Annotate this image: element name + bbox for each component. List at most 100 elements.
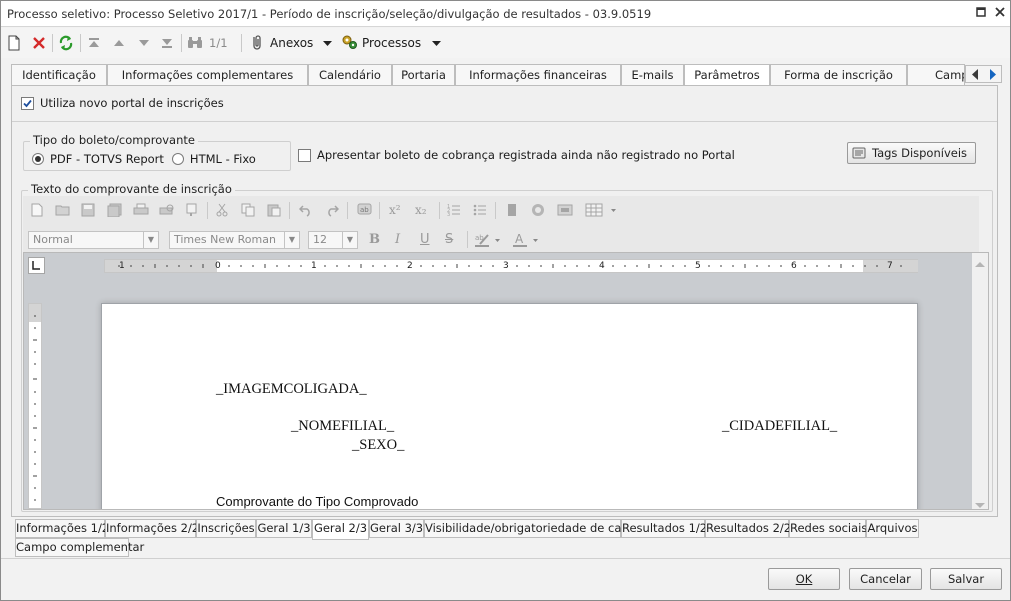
ok-button[interactable]: OK xyxy=(768,568,840,590)
editor-new-icon[interactable] xyxy=(30,203,46,217)
tab-informacoes-2-2[interactable]: Informações 2/2 xyxy=(105,519,199,538)
editor-save-icon[interactable] xyxy=(81,203,97,217)
tab-informacoes-complementares[interactable]: Informações complementares xyxy=(107,64,308,86)
tab-scroll-right-icon[interactable] xyxy=(988,69,998,83)
tab-resultados-1-2[interactable]: Resultados 1/2 xyxy=(621,519,707,538)
restore-icon[interactable] xyxy=(974,6,988,20)
editor-subscript-icon[interactable]: x₂ xyxy=(415,203,437,217)
refresh-icon[interactable] xyxy=(58,33,74,53)
tab-stop-selector-icon[interactable] xyxy=(28,257,45,274)
anexos-label: Anexos xyxy=(270,36,314,50)
page-indicator: 1/1 xyxy=(209,36,228,50)
underline-icon[interactable]: U xyxy=(420,232,436,247)
document-page[interactable]: _IMAGEMCOLIGADA_ _NOMEFILIAL_ _CIDADEFIL… xyxy=(101,303,918,509)
font-color-icon[interactable]: A xyxy=(513,232,543,247)
scroll-up-icon[interactable] xyxy=(975,257,985,271)
next-record-icon[interactable] xyxy=(137,33,151,53)
chevron-down-icon: ▼ xyxy=(143,232,158,248)
tab-identificacao[interactable]: Identificação xyxy=(11,64,107,86)
ruler-label: 6 xyxy=(791,261,797,271)
ruler-label: 1 xyxy=(311,261,317,271)
tab-calendario[interactable]: Calendário xyxy=(308,64,392,86)
document-editor[interactable]: 1 0 1 2 3 4 5 6 7 _IMAGEMCOLIGADA_ _NOME… xyxy=(23,252,989,510)
editor-redo-icon[interactable] xyxy=(325,203,341,217)
tab-scroll-left-icon[interactable] xyxy=(970,69,980,83)
field-cidade-filial: _CIDADEFILIAL_ xyxy=(722,418,838,434)
tab-geral-2-3[interactable]: Geral 2/3 xyxy=(312,519,369,540)
chevron-down-icon xyxy=(432,36,442,50)
novo-portal-checkbox[interactable] xyxy=(21,96,34,110)
tab-parametros[interactable]: Parâmetros xyxy=(684,64,770,87)
parametros-panel: Utiliza novo portal de inscrições Tipo d… xyxy=(11,85,998,517)
tab-redes-sociais[interactable]: Redes sociais xyxy=(789,519,867,538)
processos-menu[interactable]: Processos xyxy=(341,33,442,53)
editor-copy-icon[interactable] xyxy=(241,203,257,217)
cancel-button[interactable]: Cancelar xyxy=(849,568,922,590)
strikethrough-icon[interactable]: S xyxy=(445,232,461,247)
radio-pdf-totvs[interactable] xyxy=(32,153,44,165)
anexos-menu[interactable]: Anexos xyxy=(249,33,333,53)
italic-icon[interactable]: I xyxy=(395,232,411,247)
editor-bookmark-icon[interactable] xyxy=(505,203,521,217)
ruler-label: 1 xyxy=(119,261,125,271)
editor-cut-icon[interactable] xyxy=(215,203,231,217)
footer-divider xyxy=(1,558,1010,559)
radio-html-fixo[interactable] xyxy=(171,153,184,165)
bold-icon[interactable]: B xyxy=(369,232,385,247)
tab-informacoes-financeiras[interactable]: Informações financeiras xyxy=(455,64,621,86)
scroll-down-icon[interactable] xyxy=(975,498,985,509)
editor-print-icon[interactable] xyxy=(133,203,149,217)
tab-campos[interactable]: Camp xyxy=(907,64,965,86)
first-record-icon[interactable] xyxy=(87,33,101,53)
editor-bullet-list-icon[interactable] xyxy=(473,203,489,217)
size-combo-value: 12 xyxy=(313,233,327,246)
tab-forma-de-inscricao[interactable]: Forma de inscrição xyxy=(770,64,907,86)
tipo-boleto-legend: Tipo do boleto/comprovante xyxy=(30,133,198,147)
size-combo[interactable]: 12 ▼ xyxy=(308,231,358,249)
editor-spellcheck-icon[interactable]: ab xyxy=(357,203,373,217)
close-window-icon[interactable] xyxy=(993,6,1007,20)
tab-campo-complementar[interactable]: Campo complementar xyxy=(15,538,144,557)
new-document-icon[interactable] xyxy=(7,33,21,53)
editor-open-icon[interactable] xyxy=(55,203,71,217)
editor-numbered-list-icon[interactable]: 123 xyxy=(447,203,463,218)
tab-portaria[interactable]: Portaria xyxy=(392,64,455,86)
tab-geral-1-3[interactable]: Geral 1/3 xyxy=(256,519,312,538)
delete-icon[interactable] xyxy=(31,33,47,53)
vertical-ruler[interactable] xyxy=(28,303,42,509)
editor-hyperlink-icon[interactable] xyxy=(531,203,547,217)
save-button-label: Salvar xyxy=(947,572,985,586)
gears-icon xyxy=(341,34,359,53)
editor-print-preview-icon[interactable] xyxy=(159,203,175,217)
main-window: Processo seletivo: Processo Seletivo 201… xyxy=(0,0,1011,601)
highlight-color-icon[interactable]: ab xyxy=(475,232,505,247)
editor-save-all-icon[interactable] xyxy=(107,203,123,218)
editor-vertical-scrollbar[interactable] xyxy=(972,253,988,509)
style-combo[interactable]: Normal ▼ xyxy=(28,231,159,249)
chevron-down-icon: ▼ xyxy=(342,232,357,248)
tab-inscricoes[interactable]: Inscrições xyxy=(196,519,256,538)
font-combo[interactable]: Times New Roman ▼ xyxy=(169,231,300,249)
tab-arquivos[interactable]: Arquivos xyxy=(866,519,919,538)
horizontal-ruler[interactable]: 1 0 1 2 3 4 5 6 7 xyxy=(104,259,918,273)
tab-resultados-2-2[interactable]: Resultados 2/2 xyxy=(705,519,791,538)
chevron-down-icon: ▼ xyxy=(284,232,299,248)
tab-visibilidade-campos[interactable]: Visibilidade/obrigatoriedade de campos xyxy=(424,519,653,538)
editor-paste-icon[interactable] xyxy=(267,203,283,217)
find-icon[interactable] xyxy=(187,33,203,53)
editor-superscript-icon[interactable]: x² xyxy=(389,203,411,217)
tab-informacoes-1-2[interactable]: Informações 1/2 xyxy=(15,519,109,538)
editor-image-icon[interactable] xyxy=(557,203,573,217)
tab-emails[interactable]: E-mails xyxy=(621,64,684,86)
ruler-label: 4 xyxy=(599,261,605,271)
tags-disponiveis-button[interactable]: Tags Disponíveis xyxy=(847,142,976,164)
editor-undo-icon[interactable] xyxy=(298,203,315,217)
editor-format-painter-icon[interactable] xyxy=(185,203,201,217)
editor-table-icon[interactable] xyxy=(585,203,619,217)
title-bar: Processo seletivo: Processo Seletivo 201… xyxy=(1,1,1010,27)
previous-record-icon[interactable] xyxy=(112,33,126,53)
tab-geral-3-3[interactable]: Geral 3/3 xyxy=(369,519,424,538)
save-button[interactable]: Salvar xyxy=(930,568,1002,590)
apresentar-boleto-checkbox[interactable] xyxy=(298,148,311,162)
last-record-icon[interactable] xyxy=(160,33,174,53)
